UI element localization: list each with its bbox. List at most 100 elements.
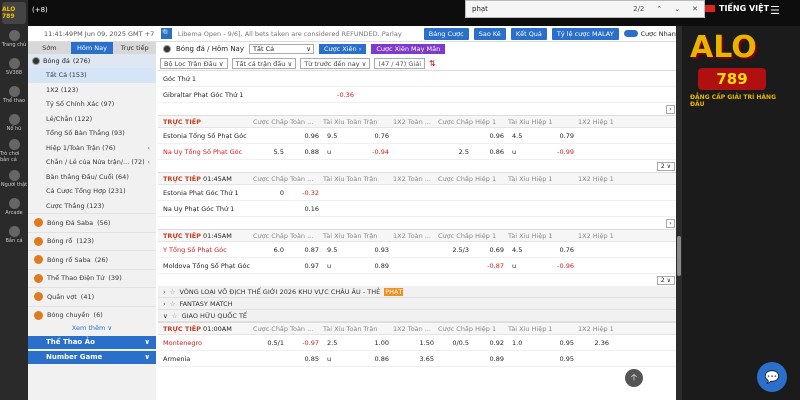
- league-row-wcq[interactable]: › ☆ VÒNG LOẠI VÔ ĐỊCH THẾ GIỚI 2026 KHU VỰ…: [158, 286, 680, 298]
- star-icon: ☆: [171, 311, 178, 320]
- sidebar-sub-total-goals[interactable]: Tổng Số Bàn Thắng (93): [28, 126, 156, 141]
- sidebar-sub-ht-ft[interactable]: Hiệp 1/Toàn Trận (76) ‹: [28, 141, 156, 156]
- parlay-button[interactable]: Cược Xiên ›: [319, 43, 367, 54]
- find-close-icon[interactable]: ✕: [692, 5, 698, 13]
- tab-today[interactable]: Hôm Nay: [70, 42, 114, 54]
- find-input[interactable]: phạt: [472, 5, 488, 13]
- basketball-icon: [34, 236, 43, 246]
- statement-button[interactable]: Sao Kê: [473, 27, 506, 40]
- sport-volleyball[interactable]: Bóng chuyền (6): [28, 305, 156, 325]
- text-content-m3-r2-1: 0.97: [304, 261, 319, 270]
- tab-live[interactable]: Trực tiếp: [113, 42, 156, 54]
- text-content-m3-r1-0: 6.0: [273, 245, 284, 254]
- text-content-m4-r1-7: 1.0: [512, 338, 523, 347]
- text-content-headers-5: 1X2 Hiệp 1: [578, 174, 614, 183]
- league-row-fantasy[interactable]: › ☆ FANTASY MATCH: [158, 298, 680, 310]
- find-up-icon[interactable]: ⌃: [656, 5, 662, 13]
- chat-icon[interactable]: 💬: [757, 362, 787, 392]
- sport-esports[interactable]: Thể Thao Điện Tử (39): [28, 268, 156, 288]
- text-content-m3-r2-7: u: [512, 261, 517, 270]
- rail-item-slots[interactable]: Nổ hũ: [0, 110, 28, 136]
- league-count[interactable]: (47 / 47) Giải: [374, 57, 426, 69]
- scroll-top-icon[interactable]: 🡡: [625, 369, 643, 387]
- text-content-m1-r2-1: 0.88: [304, 147, 319, 156]
- lucky-parlay-button[interactable]: Cược Xiên May Mắn: [371, 43, 446, 54]
- league-row-friendly[interactable]: ∨ ☆ GIAO HỮU QUỐC TẾ: [158, 310, 680, 322]
- rail-item-sv388[interactable]: SV388: [0, 54, 28, 80]
- plus-label: (+8): [32, 6, 48, 14]
- text-content-headers-0: Cược Chấp Toàn ...: [253, 117, 314, 126]
- scrollbar-thumb[interactable]: [677, 236, 681, 276]
- sidebar-sub-1x2[interactable]: 1X2 (123): [28, 83, 156, 98]
- tab-early[interactable]: Sớm: [28, 42, 71, 54]
- text-sidebar-subs-5-label: Hiệp 1/Toàn Trận: [46, 143, 101, 152]
- text-content-m4-r1-8: 0.95: [559, 338, 574, 347]
- sidebar-sub-correct-score[interactable]: Tỷ Số Chính Xác (97): [28, 97, 156, 112]
- sport-tennis[interactable]: Quần vợt (41): [28, 287, 156, 306]
- hamburger-menu-icon[interactable]: ☰: [770, 4, 780, 17]
- market-select[interactable]: Tất Cả ∨: [249, 43, 314, 54]
- text-content-m0-v-1[interactable]: -0.36: [323, 91, 358, 99]
- fish-icon: [8, 139, 20, 150]
- find-down-icon[interactable]: ⌄: [674, 5, 680, 13]
- text-sidebar-subs-3-label: Lẻ/Chẵn: [46, 114, 73, 123]
- sort-icon[interactable]: ⇅: [429, 59, 436, 68]
- chevron-right-icon: ›: [163, 299, 166, 308]
- rooster-icon: [8, 58, 20, 69]
- bet-list-button[interactable]: Bảng Cược: [423, 27, 469, 40]
- quick-bet-toggle[interactable]: [623, 30, 638, 37]
- text-sidebar-sports-3-count: (39): [108, 274, 122, 283]
- sidebar-sub-odd-even[interactable]: Lẻ/Chẵn (122): [28, 112, 156, 127]
- sport-saba-basketball[interactable]: Bóng rổ Saba (26): [28, 250, 156, 269]
- number-game-category[interactable]: Number Game ∨: [28, 351, 156, 364]
- text-sidebar-subs-4-count: (93): [111, 129, 125, 137]
- sidebar-sub-half-odd-even[interactable]: Chẵn / Lẻ của Nửa trận/... (72) ‹: [28, 155, 156, 170]
- rail-item-fishing[interactable]: Trò chơi bắn cá: [0, 138, 28, 164]
- sidebar-sub-all[interactable]: Tất Cả (153): [28, 68, 156, 83]
- rail-item-shoot-fish[interactable]: Bắn cá: [0, 222, 28, 248]
- text-content-m1-r2-5: 2.5: [458, 147, 469, 156]
- sport-title: Bóng đá / Hôm Nay: [176, 44, 244, 53]
- sport-basketball[interactable]: Bóng rổ (123): [28, 231, 156, 251]
- rail-item-arcade[interactable]: Arcade: [0, 194, 28, 220]
- scrollbar[interactable]: [676, 26, 682, 400]
- text-sidebar-subs-8-count: (231): [108, 187, 126, 195]
- text-content-m1-t1: Estonia Tổng Số Phạt Góc: [163, 131, 247, 140]
- target-icon: [8, 226, 20, 237]
- time-range-select[interactable]: Từ trước đến nay ∨: [300, 57, 371, 69]
- market-pager[interactable]: 2 ∨: [656, 161, 675, 171]
- market-pager[interactable]: 2 ∨: [656, 275, 675, 285]
- text-sidebar-sports-3-label: Thể Thao Điện Tử: [47, 274, 105, 283]
- find-bar[interactable]: phạt 2/2 ⌃ ⌄ ✕: [465, 0, 705, 18]
- rail-item-live[interactable]: Người thật: [0, 166, 28, 192]
- match-filter-select[interactable]: Bộ Lọc Trận Đấu ∨: [160, 57, 228, 69]
- rail-item-home[interactable]: Trang chủ: [0, 26, 28, 52]
- sport-saba-football[interactable]: Bóng Đá Saba (56): [28, 213, 156, 232]
- sidebar-sub-mix-parlay[interactable]: Cá Cược Tổng Hợp (231): [28, 184, 156, 199]
- date-tabs: Sớm Hôm Nay Trực tiếp: [28, 42, 156, 54]
- brand-789: 789: [698, 68, 766, 90]
- language-selector[interactable]: TIẾNG VIỆT: [705, 4, 769, 13]
- results-button[interactable]: Kết Quả: [510, 27, 547, 40]
- text-content-headers-1: Tài Xỉu Toàn Trận: [323, 174, 378, 183]
- chevron-right-icon[interactable]: ›: [666, 218, 675, 228]
- rail-logo[interactable]: ALO 789: [2, 2, 26, 24]
- all-matches-select[interactable]: Tất cả trận đấu ∨: [231, 57, 297, 69]
- odds-type-button[interactable]: Tỷ lệ cược MALAY: [551, 27, 619, 40]
- text-rail-items-1: SV388: [5, 70, 23, 76]
- text-rail-items-7: Bắn cá: [5, 238, 23, 244]
- rail-item-sports[interactable]: Thể thao: [0, 82, 28, 108]
- see-more-link[interactable]: Xem thêm ∨: [28, 324, 156, 334]
- text-content-m4-r2-6: 0.89: [489, 354, 504, 363]
- text-sidebar-sports-2-label: Bóng rổ Saba: [47, 255, 91, 264]
- search-icon[interactable]: 🔍: [161, 28, 172, 39]
- text-content-headers-2: 1X2 Toàn ...: [393, 117, 432, 126]
- text-content-m4-r2-4: 3.65: [419, 354, 434, 363]
- sidebar-sub-first-last-goal[interactable]: Bàn thắng Đầu/ Cuối (64): [28, 170, 156, 185]
- sport-football[interactable]: Bóng đá (276): [28, 54, 156, 68]
- virtual-sports-category[interactable]: Thể Thao Ảo ∨: [28, 336, 156, 349]
- text-content-m1-r2-0: 5.5: [273, 147, 284, 156]
- text-content-m2-r1-0: 0: [279, 188, 284, 197]
- chevron-right-icon[interactable]: ›: [666, 104, 675, 114]
- sidebar-sub-outright[interactable]: Cược Thắng (123): [28, 199, 156, 214]
